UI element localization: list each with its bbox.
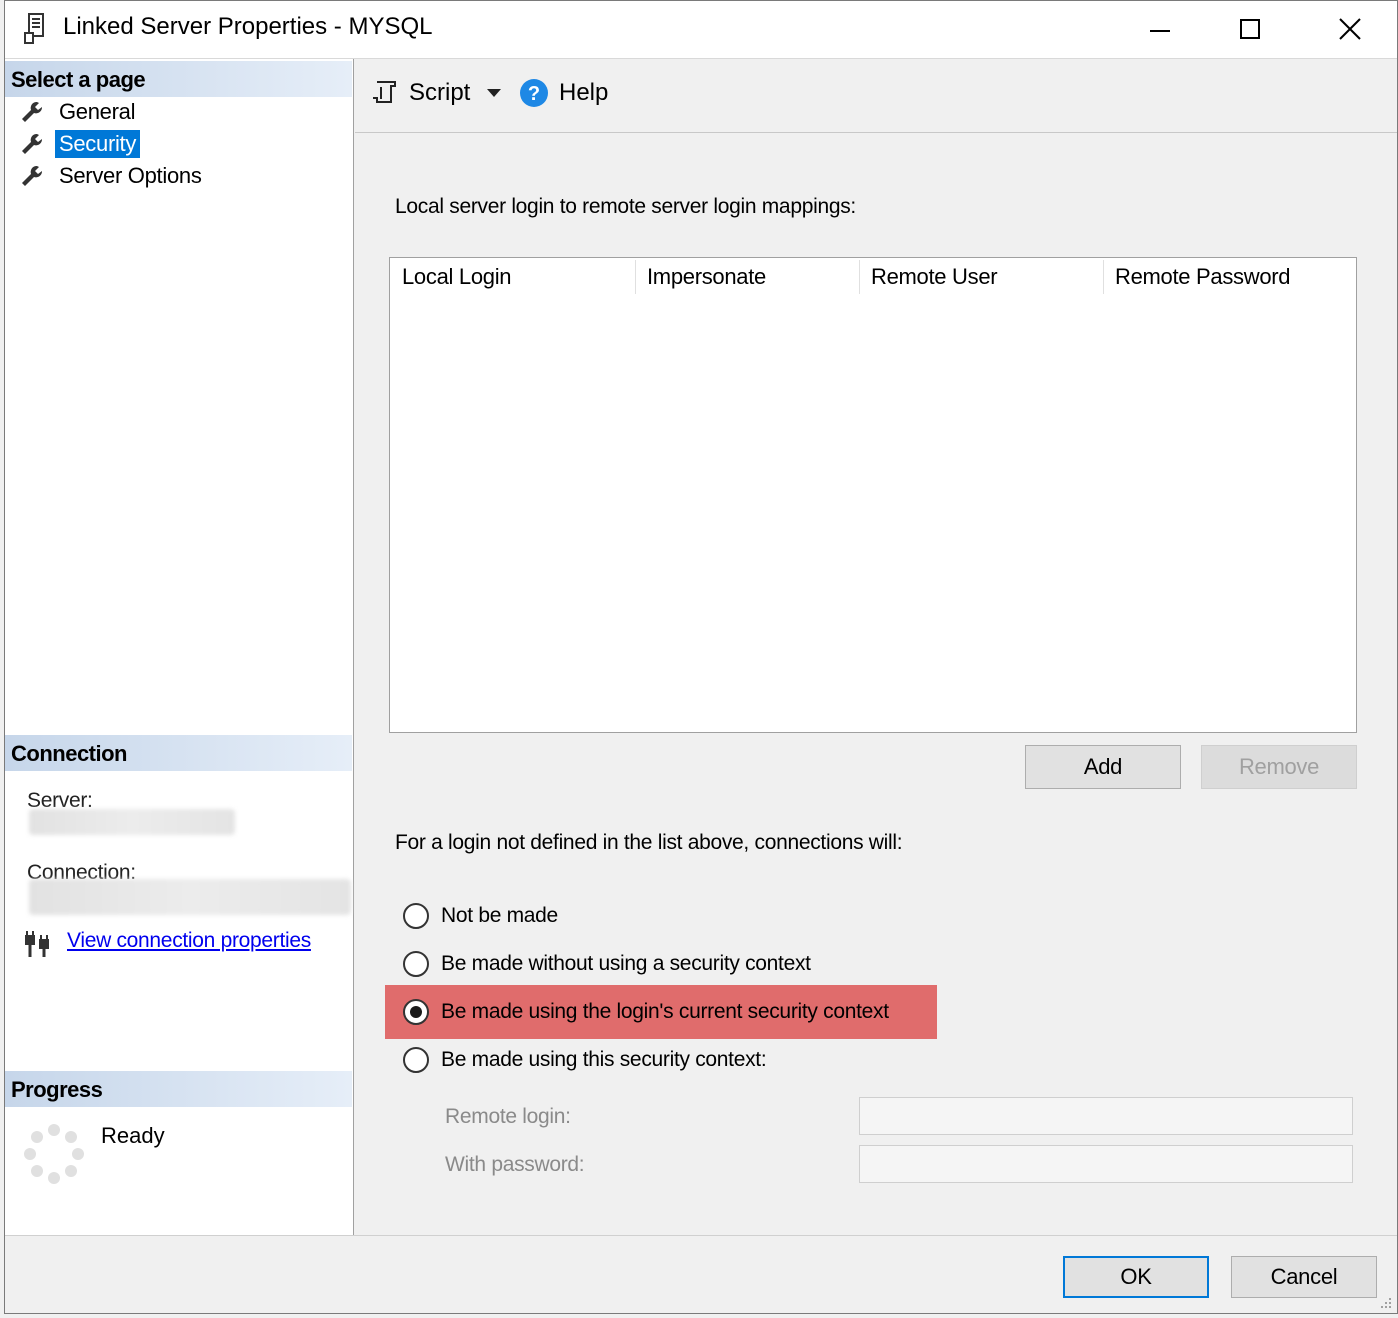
page-item-label: Security	[55, 130, 141, 158]
with-password-field[interactable]	[859, 1145, 1353, 1183]
column-header-remote-password[interactable]: Remote Password	[1103, 258, 1302, 296]
radio-button[interactable]	[403, 1047, 429, 1073]
connection-header: Connection	[5, 735, 352, 771]
left-pane: Select a page General Security Server Op…	[5, 59, 354, 1235]
column-header-remote-user[interactable]: Remote User	[859, 258, 1009, 296]
script-label: Script	[409, 79, 471, 106]
option-label: Be made without using a security context	[441, 952, 811, 975]
ok-button[interactable]: OK	[1063, 1256, 1209, 1298]
progress-spinner-icon	[24, 1124, 84, 1184]
column-header-impersonate[interactable]: Impersonate	[635, 258, 778, 296]
maximize-button[interactable]	[1205, 1, 1295, 57]
radio-button[interactable]	[403, 903, 429, 929]
svg-text:?: ?	[528, 83, 540, 105]
login-mappings-grid[interactable]: Local Login Impersonate Remote User Remo…	[389, 257, 1357, 733]
mappings-label: Local server login to remote server logi…	[395, 195, 856, 218]
option-without-security-context[interactable]: Be made without using a security context	[403, 947, 811, 981]
option-label: Not be made	[441, 904, 558, 927]
script-button[interactable]: Script	[371, 75, 470, 111]
wrench-icon	[22, 133, 43, 154]
maximize-icon	[1240, 19, 1260, 39]
view-connection-properties-link[interactable]: View connection properties	[67, 929, 311, 953]
option-label: Be made using the login's current securi…	[441, 1000, 889, 1023]
toolbar: Script ? Help	[355, 59, 1397, 133]
title-bar: Linked Server Properties - MYSQL	[5, 1, 1397, 59]
server-properties-icon	[24, 13, 44, 44]
page-item-general[interactable]: General	[19, 97, 139, 127]
page-item-label: General	[59, 99, 136, 124]
connection-value-redacted	[29, 879, 351, 915]
remote-login-label: Remote login:	[445, 1105, 571, 1128]
fallback-label: For a login not defined in the list abov…	[395, 831, 903, 854]
connection-properties-icon	[25, 931, 49, 957]
dialog-footer: OK Cancel	[5, 1235, 1397, 1313]
page-item-label: Server Options	[59, 163, 202, 188]
add-button[interactable]: Add	[1025, 745, 1181, 789]
option-login-current-security-context[interactable]: Be made using the login's current securi…	[403, 995, 889, 1029]
progress-status: Ready	[101, 1123, 165, 1148]
option-label: Be made using this security context:	[441, 1048, 767, 1071]
wrench-icon	[22, 101, 43, 122]
security-page: Local server login to remote server logi…	[355, 133, 1397, 1235]
page-item-server-options[interactable]: Server Options	[19, 161, 206, 191]
option-not-be-made[interactable]: Not be made	[403, 899, 558, 933]
help-button[interactable]: ? Help	[519, 75, 608, 111]
server-value-redacted	[29, 809, 235, 835]
cancel-button[interactable]: Cancel	[1231, 1256, 1377, 1298]
wrench-icon	[22, 165, 43, 186]
remove-button[interactable]: Remove	[1201, 745, 1357, 789]
help-icon: ?	[520, 79, 548, 107]
option-this-security-context[interactable]: Be made using this security context:	[403, 1043, 767, 1077]
radio-button[interactable]	[403, 951, 429, 977]
script-dropdown-button[interactable]	[485, 75, 503, 111]
chevron-down-icon	[487, 89, 501, 97]
page-item-security[interactable]: Security	[19, 129, 141, 159]
close-icon	[1339, 18, 1361, 40]
help-label: Help	[559, 79, 609, 106]
remote-login-field[interactable]	[859, 1097, 1353, 1135]
column-header-local-login[interactable]: Local Login	[390, 258, 523, 296]
radio-button-selected[interactable]	[403, 999, 429, 1025]
with-password-label: With password:	[445, 1153, 585, 1176]
window-title: Linked Server Properties - MYSQL	[63, 13, 433, 40]
minimize-button[interactable]	[1115, 1, 1205, 57]
linked-server-properties-dialog: Linked Server Properties - MYSQL Select …	[4, 0, 1398, 1314]
script-icon	[373, 81, 396, 103]
close-button[interactable]	[1305, 1, 1395, 57]
minimize-icon	[1150, 30, 1170, 32]
resize-grip-icon[interactable]	[1377, 1294, 1393, 1310]
select-page-header: Select a page	[5, 61, 352, 97]
progress-header: Progress	[5, 1071, 352, 1107]
